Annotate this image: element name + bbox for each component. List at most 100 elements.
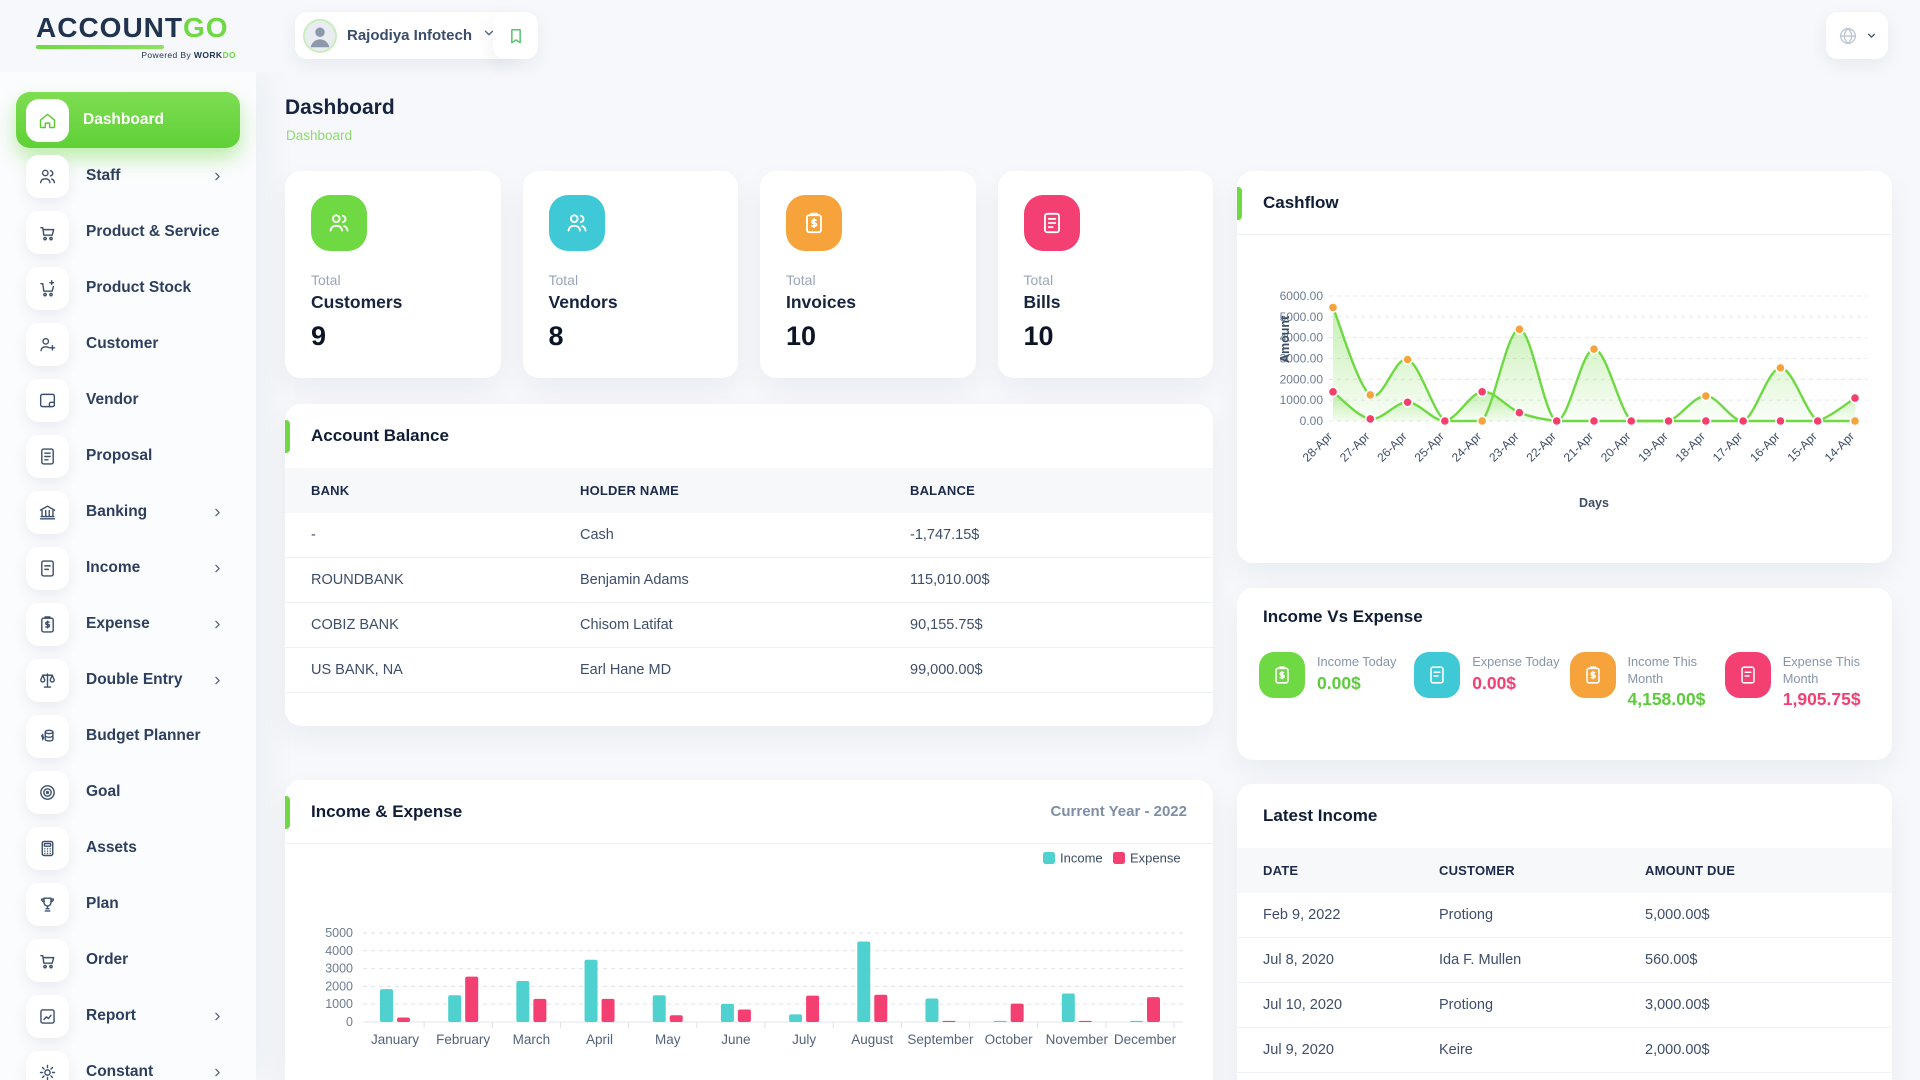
- svg-text:20-Apr: 20-Apr: [1598, 429, 1633, 464]
- logo-powered-by: Powered By WORKDO: [36, 50, 236, 60]
- svg-text:18-Apr: 18-Apr: [1673, 429, 1708, 464]
- coins-dollar-icon: [26, 715, 69, 758]
- chevron-down-icon: [1865, 29, 1878, 42]
- breadcrumb[interactable]: Dashboard: [286, 128, 352, 143]
- table-cell: 3,000.00$: [1645, 983, 1892, 1028]
- sidebar-item-dashboard[interactable]: Dashboard: [16, 92, 240, 148]
- table-cell: Jul 8, 2020: [1237, 938, 1439, 983]
- svg-text:3000: 3000: [325, 962, 353, 976]
- latest-income-card: Latest Income DATECUSTOMERAMOUNT DUEFeb …: [1237, 784, 1892, 1080]
- language-button[interactable]: [1826, 12, 1888, 59]
- stats-row: TotalCustomers9TotalVendors8TotalInvoice…: [285, 171, 1213, 378]
- sidebar-item-order[interactable]: Order: [0, 932, 256, 988]
- sidebar-item-staff[interactable]: Staff: [0, 148, 256, 204]
- svg-text:December: December: [1114, 1032, 1177, 1047]
- sidebar-item-assets[interactable]: Assets: [0, 820, 256, 876]
- table-cell: Ida F. Mullen: [1439, 938, 1645, 983]
- bar-expense-october: [1011, 1004, 1024, 1022]
- svg-text:16-Apr: 16-Apr: [1747, 429, 1782, 464]
- sidebar-item-vendor[interactable]: Vendor: [0, 372, 256, 428]
- table-cell: Cash: [580, 513, 910, 558]
- ive-value: 4,158.00$: [1628, 689, 1725, 710]
- ive-value: 1,905.75$: [1783, 689, 1880, 710]
- sidebar-item-report[interactable]: Report: [0, 988, 256, 1044]
- ive-item-expense-today: Expense Today0.00$: [1414, 652, 1569, 710]
- bookmark-icon: [506, 26, 526, 46]
- svg-text:15-Apr: 15-Apr: [1784, 429, 1819, 464]
- bar-expense-january: [397, 1018, 410, 1022]
- sidebar-item-product-stock[interactable]: Product Stock: [0, 260, 256, 316]
- sidebar-item-budget-planner[interactable]: Budget Planner: [0, 708, 256, 764]
- stat-card-vendors: TotalVendors8: [523, 171, 739, 378]
- ive-label: Income Today: [1317, 652, 1396, 671]
- bar-income-march: [516, 981, 529, 1022]
- svg-text:Income: Income: [1060, 851, 1103, 866]
- chevron-right-icon: [211, 618, 224, 631]
- chevron-right-icon: [211, 562, 224, 575]
- table-cell: Jul 9, 2020: [1237, 1028, 1439, 1073]
- sidebar-item-label: Assets: [86, 839, 137, 857]
- latest-income-title: Latest Income: [1263, 806, 1377, 826]
- clipboard-dollar-icon: [1570, 652, 1616, 698]
- calculator-icon: [26, 827, 69, 870]
- sidebar-item-plan[interactable]: Plan: [0, 876, 256, 932]
- sidebar-item-label: Dashboard: [83, 111, 164, 129]
- sidebar-item-double-entry[interactable]: Double Entry: [0, 652, 256, 708]
- column-header: HOLDER NAME: [580, 468, 910, 513]
- table-cell: -1,747.15$: [910, 513, 1213, 558]
- sidebar-item-goal[interactable]: Goal: [0, 764, 256, 820]
- sidebar-item-banking[interactable]: Banking: [0, 484, 256, 540]
- table-cell: Earl Hane MD: [580, 648, 910, 693]
- bar-expense-july: [806, 996, 819, 1022]
- bookmark-button[interactable]: [493, 12, 538, 59]
- users-icon: [311, 195, 367, 251]
- stat-value: 10: [786, 321, 976, 352]
- sidebar-item-proposal[interactable]: Proposal: [0, 428, 256, 484]
- chart-report-icon: [26, 995, 69, 1038]
- sidebar-item-constant[interactable]: Constant: [0, 1044, 256, 1080]
- table-row: US BANK, NAEarl Hane MD99,000.00$: [285, 648, 1213, 693]
- globe-icon: [1837, 25, 1859, 47]
- sidebar-item-label: Plan: [86, 895, 119, 913]
- svg-text:14-Apr: 14-Apr: [1822, 429, 1857, 464]
- svg-text:September: September: [907, 1032, 974, 1047]
- svg-text:Expense: Expense: [1130, 851, 1181, 866]
- card-accent-bar: [285, 796, 290, 829]
- sidebar-item-customer[interactable]: Customer: [0, 316, 256, 372]
- bar-income-june: [721, 1004, 734, 1022]
- stat-value: 8: [549, 321, 739, 352]
- table-row: ROUNDBANKBenjamin Adams115,010.00$: [285, 558, 1213, 603]
- sidebar-item-expense[interactable]: Expense: [0, 596, 256, 652]
- sidebar-item-label: Budget Planner: [86, 727, 201, 745]
- svg-text:July: July: [792, 1032, 816, 1047]
- sidebar-item-income[interactable]: Income: [0, 540, 256, 596]
- svg-text:June: June: [721, 1032, 750, 1047]
- sidebar-item-label: Double Entry: [86, 671, 182, 689]
- bar-expense-september: [942, 1021, 955, 1022]
- svg-text:17-Apr: 17-Apr: [1710, 429, 1745, 464]
- table-cell: ROUNDBANK: [285, 558, 580, 603]
- svg-text:23-Apr: 23-Apr: [1486, 429, 1521, 464]
- cashflow-area-chart: 0.001000.002000.003000.004000.005000.006…: [1237, 235, 1892, 557]
- table-row: Jul 9, 2020Keire2,000.00$: [1237, 1028, 1892, 1073]
- table-row: COBIZ BANKChisom Latifat90,155.75$: [285, 603, 1213, 648]
- stat-value: 10: [1024, 321, 1214, 352]
- bar-income-april: [585, 960, 598, 1022]
- bar-income-october: [994, 1021, 1007, 1022]
- bar-expense-may: [670, 1015, 683, 1022]
- ive-label: Income This Month: [1628, 652, 1725, 687]
- app-logo[interactable]: ACCOUNTGO Powered By WORKDO: [36, 13, 236, 60]
- sidebar-item-product-service[interactable]: Product & Service: [0, 204, 256, 260]
- ive-item-expense-this-month: Expense This Month1,905.75$: [1725, 652, 1880, 710]
- table-cell: Chisom Latifat: [580, 603, 910, 648]
- column-header: BANK: [285, 468, 580, 513]
- bar-expense-june: [738, 1010, 751, 1022]
- stat-prefix: Total: [549, 272, 739, 288]
- avatar: [303, 19, 337, 53]
- sidebar-item-label: Goal: [86, 783, 120, 801]
- bank-icon: [26, 491, 69, 534]
- company-switcher[interactable]: Rajodiya Infotech: [295, 12, 512, 59]
- latest-income-table: DATECUSTOMERAMOUNT DUEFeb 9, 2022Protion…: [1237, 848, 1892, 1073]
- svg-text:February: February: [436, 1032, 490, 1047]
- table-cell: 99,000.00$: [910, 648, 1213, 693]
